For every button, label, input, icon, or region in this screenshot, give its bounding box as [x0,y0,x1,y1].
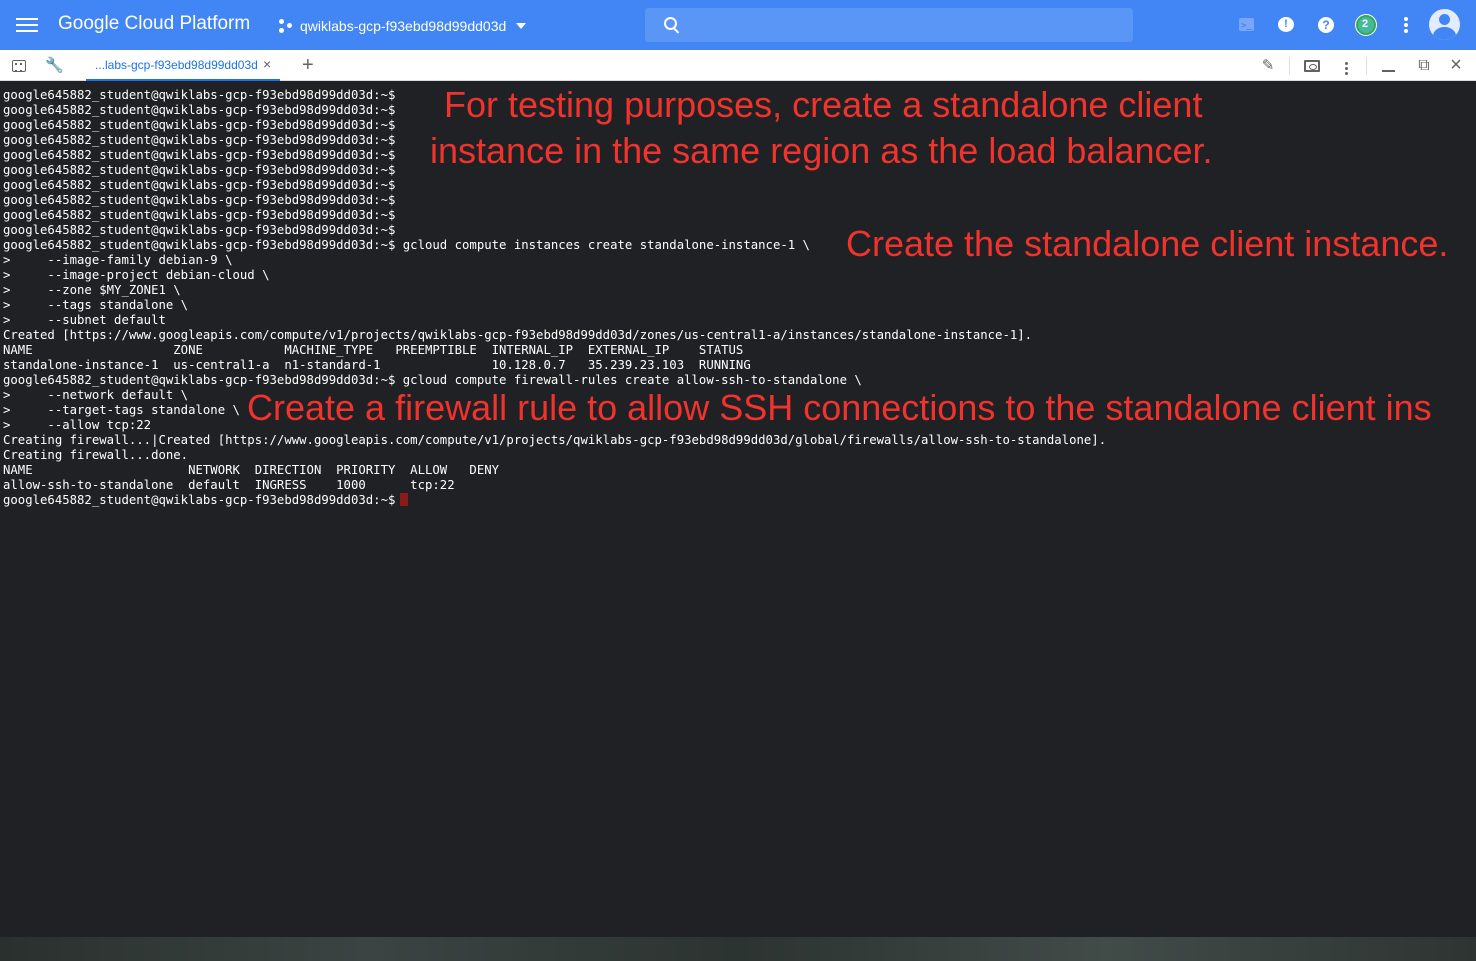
account-avatar[interactable] [1429,9,1460,40]
terminal-cursor [400,493,409,506]
search-bar[interactable] [645,8,1133,44]
more-vert-icon[interactable] [1337,57,1355,75]
terminal-line: > --tags standalone \ [3,298,189,312]
help-icon[interactable]: ? [1315,14,1337,36]
project-name: qwiklabs-gcp-f93ebd98d99dd03d [300,18,507,34]
brand-title[interactable]: Google Cloud Platform [58,13,250,35]
minimize-icon[interactable] [1380,57,1398,75]
terminal-line: google645882_student@qwiklabs-gcp-f93ebd… [3,208,396,222]
cloud-shell-icon[interactable] [1235,14,1257,37]
project-selector[interactable]: qwiklabs-gcp-f93ebd98d99dd03d [279,15,527,37]
terminal-prompt: google645882_student@qwiklabs-gcp-f93ebd… [3,493,396,507]
terminal-line: allow-ssh-to-standalone default INGRESS … [3,478,455,492]
more-vert-icon[interactable] [1395,14,1417,36]
terminal-line: NAME NETWORK DIRECTION PRIORITY ALLOW DE… [3,463,500,477]
edit-icon[interactable]: ✎ [1259,57,1277,75]
terminal-line: google645882_student@qwiklabs-gcp-f93ebd… [3,193,396,207]
keyboard-icon[interactable] [11,58,27,74]
annotation-testing-purposes: For testing purposes, create a standalon… [443,82,1207,128]
close-tab-icon[interactable]: × [263,57,271,71]
web-preview-icon[interactable] [1303,57,1321,75]
open-in-new-window-icon[interactable]: ⧉ [1415,57,1433,75]
shell-tab-bar: 🔧 ...labs-gcp-f93ebd98d99dd03d × + ✎ ⧉ × [0,50,1476,81]
annotation-create-instance: Create the standalone client instance. [845,223,1453,265]
terminal-line: google645882_student@qwiklabs-gcp-f93ebd… [3,178,396,192]
project-dots-icon [279,19,293,33]
terminal-line: standalone-instance-1 us-central1-a n1-s… [3,358,751,372]
terminal-line: google645882_student@qwiklabs-gcp-f93ebd… [3,373,862,387]
terminal-line: Created [https://www.googleapis.com/comp… [3,328,1033,342]
add-tab-icon[interactable]: + [302,55,314,75]
divider [1289,57,1290,75]
feedback-icon[interactable]: ! [1275,14,1297,36]
annotation-firewall-rule: Create a firewall rule to allow SSH conn… [246,387,1436,429]
desktop-background [0,937,1476,961]
terminal-line: Creating firewall...done. [3,448,189,462]
hamburger-menu-icon[interactable] [16,15,38,35]
terminal-line: > --subnet default [3,313,166,327]
tab-label: ...labs-gcp-f93ebd98d99dd03d [95,58,258,72]
tab-shell-session[interactable]: ...labs-gcp-f93ebd98d99dd03d × [86,50,280,81]
terminal-prompt-line: google645882_student@qwiklabs-gcp-f93ebd… [3,493,1106,508]
terminal[interactable]: google645882_student@qwiklabs-gcp-f93ebd… [0,81,1476,937]
search-input[interactable] [685,8,1129,44]
chevron-down-icon [516,23,527,29]
notification-count: 2 [1361,18,1369,30]
close-icon[interactable]: × [1447,55,1465,75]
terminal-line: > --image-project debian-cloud \ [3,268,270,282]
search-icon [664,17,677,30]
notifications-icon[interactable]: 2 [1354,13,1378,37]
top-app-bar: Google Cloud Platform qwiklabs-gcp-f93eb… [0,0,1476,50]
terminal-line: NAME ZONE MACHINE_TYPE PREEMPTIBLE INTER… [3,343,744,357]
wrench-icon[interactable]: 🔧 [45,58,64,74]
annotation-same-region: instance in the same region as the load … [429,128,1217,174]
terminal-line: > --zone $MY_ZONE1 \ [3,283,181,297]
divider [1366,57,1367,75]
terminal-line: Creating firewall...|Created [https://ww… [3,433,1107,447]
